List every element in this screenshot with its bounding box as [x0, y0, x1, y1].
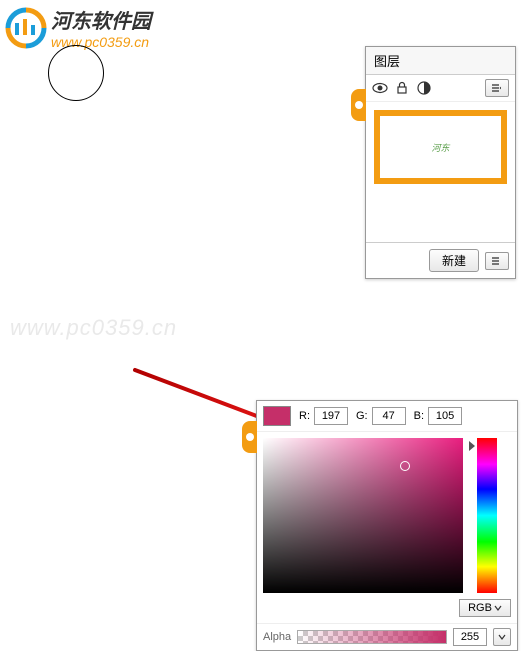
- b-label: B:: [414, 410, 424, 422]
- color-panel-tab-handle[interactable]: [242, 421, 257, 453]
- lock-icon[interactable]: [394, 80, 410, 96]
- visibility-icon[interactable]: [372, 80, 388, 96]
- layers-menu-icon[interactable]: [485, 79, 509, 97]
- r-label: R:: [299, 410, 310, 422]
- b-input[interactable]: [428, 407, 462, 425]
- r-input[interactable]: [314, 407, 348, 425]
- layers-toolbar: [366, 75, 515, 102]
- chevron-down-icon: [494, 604, 502, 612]
- circle-shape: [48, 45, 104, 101]
- sv-marker[interactable]: [400, 461, 410, 471]
- g-label: G:: [356, 410, 368, 422]
- alpha-input[interactable]: [453, 628, 487, 646]
- layers-panel-title: 图层: [366, 47, 515, 75]
- panel-tab-handle[interactable]: [351, 89, 366, 121]
- alpha-menu-icon[interactable]: [493, 628, 511, 646]
- logo-title: 河东软件园: [51, 5, 151, 34]
- layer-thumbnail[interactable]: 河东: [374, 110, 507, 184]
- watermark-text: www.pc0359.cn: [10, 315, 177, 341]
- color-mode-row: RGB: [257, 599, 517, 623]
- layers-footer: 新建: [366, 242, 515, 278]
- alpha-label: Alpha: [263, 631, 291, 643]
- hue-slider[interactable]: [477, 438, 497, 593]
- layers-empty-area: [366, 192, 515, 242]
- logo-icon: [5, 7, 47, 49]
- thumbnail-content: 河东: [431, 141, 449, 154]
- site-logo: 河东软件园 www.pc0359.cn: [5, 5, 151, 50]
- new-layer-button[interactable]: 新建: [429, 249, 479, 272]
- alpha-row: Alpha: [257, 623, 517, 650]
- saturation-value-area[interactable]: [263, 438, 463, 593]
- color-picker-area: [257, 432, 517, 599]
- layers-panel: 图层 河东 新建: [365, 46, 516, 279]
- color-mode-label: RGB: [468, 602, 492, 614]
- rgb-input-row: R: G: B:: [257, 401, 517, 432]
- layers-footer-menu-icon[interactable]: [485, 252, 509, 270]
- g-input[interactable]: [372, 407, 406, 425]
- color-mode-select[interactable]: RGB: [459, 599, 511, 617]
- contrast-icon[interactable]: [416, 80, 432, 96]
- color-panel: R: G: B: RGB Alpha: [256, 400, 518, 651]
- color-swatch[interactable]: [263, 406, 291, 426]
- alpha-slider[interactable]: [297, 630, 447, 644]
- hue-marker-icon: [469, 441, 475, 451]
- layer-thumbnail-area[interactable]: 河东: [366, 102, 515, 192]
